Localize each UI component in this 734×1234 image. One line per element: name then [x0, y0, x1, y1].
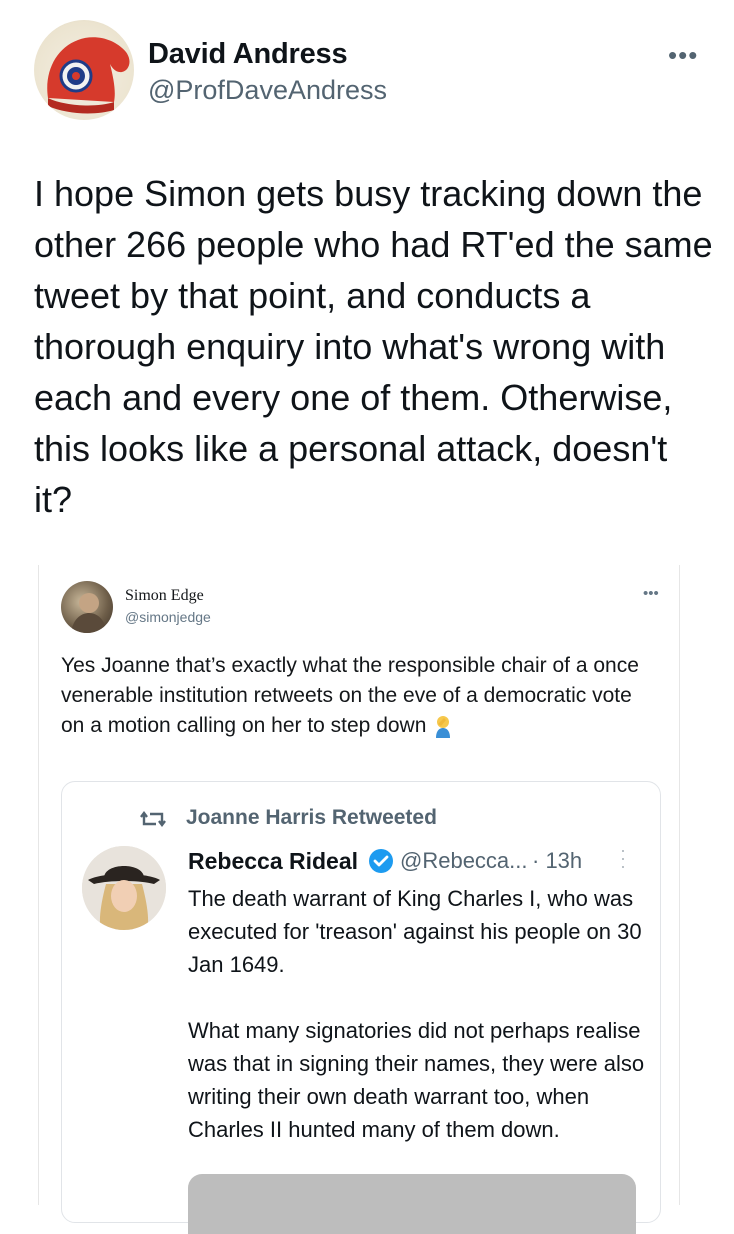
phrygian-cap-icon: [47, 37, 130, 114]
quoted-timestamp: · 13h: [532, 848, 583, 873]
quoted-more-icon: · · ·: [620, 840, 626, 876]
verified-badge-icon: [369, 849, 393, 873]
embedded-tweet-body: Yes Joanne that’s exactly what the respo…: [61, 654, 639, 737]
retweet-icon: [140, 811, 166, 827]
tweet-header: David Andress @ProfDaveAndress •••: [0, 0, 734, 140]
quoted-author-avatar: [82, 846, 166, 930]
quoted-author-handle: @Rebecca...: [400, 848, 528, 873]
embedded-author-handle: @simonjedge: [125, 609, 211, 625]
embedded-tweet-text: Yes Joanne that’s exactly what the respo…: [61, 651, 661, 741]
author-avatar[interactable]: [34, 20, 134, 120]
quoted-author-name: Rebecca Rideal: [188, 848, 359, 874]
quoted-tweet-card: Joanne Harris Retweeted Rebecca Rideal @…: [61, 781, 661, 1234]
retweeted-by-label: Joanne Harris Retweeted: [186, 806, 437, 829]
embedded-author-name: Simon Edge: [125, 587, 204, 604]
tweet-text: I hope Simon gets busy tracking down the…: [34, 173, 713, 520]
embedded-tweet-screenshot: Simon Edge @simonjedge ••• Yes Joanne th…: [38, 565, 680, 1234]
embedded-author-avatar: [61, 581, 113, 633]
embedded-more-icon: •••: [643, 585, 659, 602]
author-handle[interactable]: @ProfDaveAndress: [148, 75, 387, 106]
quoted-tweet-text: The death warrant of King Charles I, who…: [188, 886, 645, 1142]
more-options-icon[interactable]: •••: [668, 40, 698, 71]
quoted-media-image: [188, 1174, 636, 1234]
facepalm-emoji-icon: [436, 716, 451, 739]
author-name[interactable]: David Andress: [148, 38, 348, 71]
